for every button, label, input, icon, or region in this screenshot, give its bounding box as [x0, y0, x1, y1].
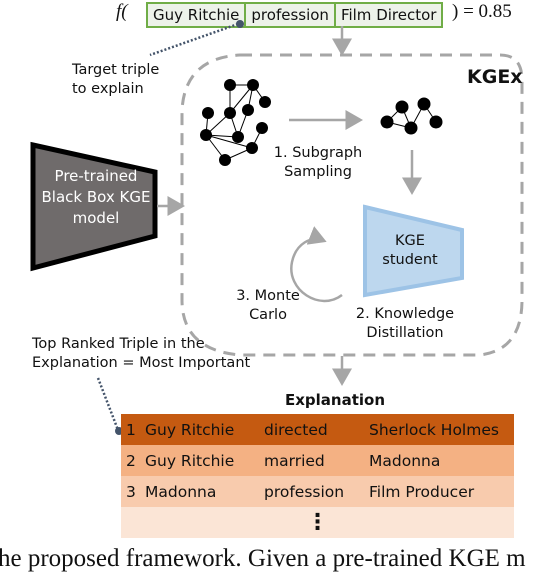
- row-tail: Madonna: [369, 451, 441, 470]
- explanation-row: 1 Guy Ritchie directed Sherlock Holmes: [121, 414, 514, 445]
- student-label: KGE student: [365, 232, 455, 270]
- annotation-line: Explanation = Most Important: [32, 355, 251, 371]
- row-relation: married: [264, 451, 325, 470]
- row-head: Guy Ritchie: [145, 451, 235, 470]
- row-tail: Film Producer: [369, 482, 475, 501]
- annotation-line: Top Ranked Triple in the: [32, 336, 205, 352]
- row-head: Madonna: [145, 482, 217, 501]
- student-line: student: [382, 252, 438, 268]
- explanation-title: Explanation: [284, 391, 386, 409]
- explanation-ellipsis-row: ⋮: [121, 507, 514, 538]
- annotation-line: Target triple: [72, 62, 160, 78]
- explanation-row: 2 Guy Ritchie married Madonna: [121, 445, 514, 476]
- teacher-label-line: Pre-trained: [54, 167, 138, 185]
- annotation-line: to explain: [72, 81, 144, 97]
- teacher-model-label: Pre-trained Black Box KGE model: [38, 166, 154, 229]
- ellipsis-icon: ⋮: [306, 510, 329, 535]
- top-ranked-pointer-line: [96, 377, 120, 431]
- subgraph-icon: [380, 97, 443, 135]
- step2-line: 2. Knowledge: [355, 306, 455, 322]
- step1-line: 1. Subgraph: [273, 145, 363, 161]
- target-pointer-dot: [236, 20, 244, 28]
- step1-line: Sampling: [284, 164, 352, 180]
- teacher-label-line: Black Box KGE: [41, 188, 151, 206]
- teacher-label-line: model: [72, 209, 120, 227]
- step2-label: 2. Knowledge Distillation: [350, 305, 460, 343]
- caption-fragment: he proposed framework. Given a pre-train…: [0, 545, 526, 572]
- row-tail: Sherlock Holmes: [369, 420, 499, 439]
- row-rank: 1: [126, 420, 136, 439]
- step1-label: 1. Subgraph Sampling: [268, 144, 368, 182]
- step3-line: Carlo: [249, 307, 287, 323]
- full-graph-nodes: [200, 79, 271, 166]
- student-line: KGE: [395, 233, 425, 249]
- step3-line: 3. Monte: [236, 288, 300, 304]
- kgex-title: KGEx: [467, 66, 523, 88]
- target-triple-annotation: Target triple to explain: [72, 61, 159, 99]
- step2-line: Distillation: [366, 325, 444, 341]
- row-rank: 3: [126, 482, 136, 501]
- target-pointer-line: [149, 22, 239, 57]
- row-relation: directed: [264, 420, 328, 439]
- step3-label: 3. Monte Carlo: [228, 287, 308, 325]
- row-rank: 2: [126, 451, 136, 470]
- row-head: Guy Ritchie: [145, 420, 235, 439]
- row-relation: profession: [264, 482, 345, 501]
- explanation-row: 3 Madonna profession Film Producer: [121, 476, 514, 507]
- top-ranked-annotation: Top Ranked Triple in the Explanation = M…: [32, 335, 250, 373]
